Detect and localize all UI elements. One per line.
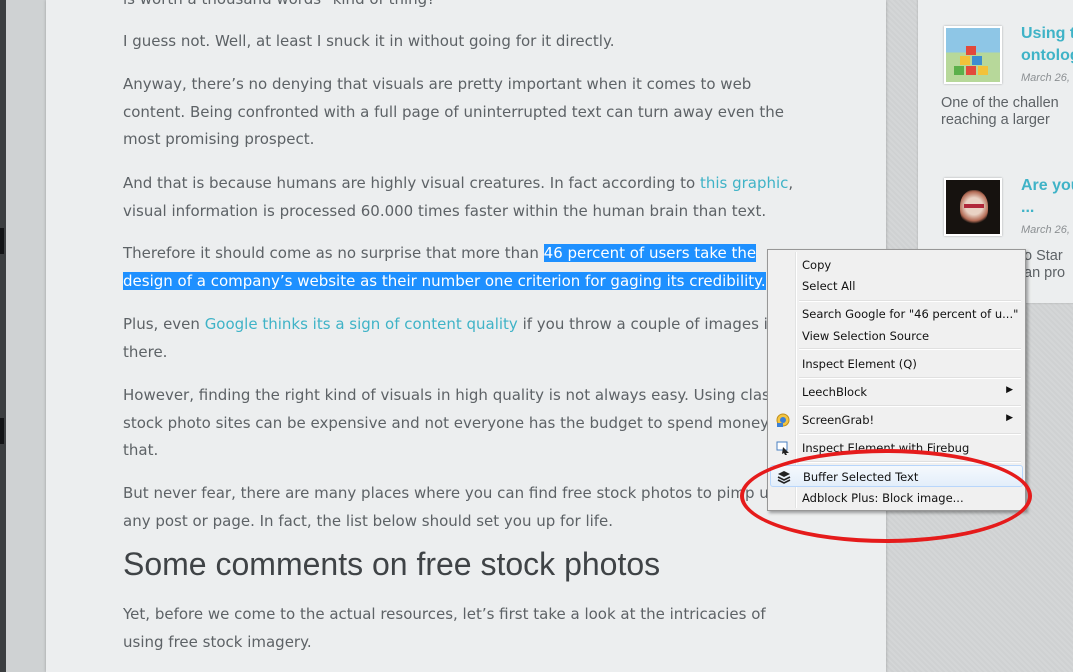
menu-item-label: ScreenGrab! [802,413,875,427]
toy-block [966,66,976,75]
face-stripe [964,204,984,208]
toy-block [960,56,970,65]
paragraph: But never fear, there are many places wh… [123,480,803,535]
post-excerpt: One of the challen reaching a larger [941,95,1059,129]
post-date: March 26, [1021,224,1070,236]
screengrab-icon [775,412,791,428]
text-line: Plus, even Google thinks its a sign of c… [123,311,803,339]
menu-separator [799,461,1021,463]
post-title-line[interactable]: Are you [1021,175,1073,197]
post-date: March 26, [1021,72,1070,84]
toy-block [954,66,964,75]
text-line: using free stock imagery. [123,632,312,651]
google-quality-link[interactable]: Google thinks its a sign of content qual… [205,315,518,333]
menu-item-buffer-selected-text[interactable]: Buffer Selected Text [770,465,1023,487]
text-span: if you throw a couple of images in [517,315,778,333]
paragraph: Plus, even Google thinks its a sign of c… [123,311,803,366]
toy-block [972,56,982,65]
post-title[interactable]: Are you ... [1021,175,1073,219]
selected-text[interactable]: 46 percent of users take the [543,244,757,262]
text-line: Yet, before we come to the actual resour… [123,605,766,623]
post-excerpt: o Star an pro [1024,248,1065,282]
paragraph: However, finding the right kind of visua… [123,382,803,465]
this-graphic-link[interactable]: this graphic [700,174,788,192]
menu-item-label: Adblock Plus: Block image... [802,491,964,505]
menu-item-label: Inspect Element (Q) [802,357,917,371]
post-title[interactable]: Using t ontolog [1021,23,1073,67]
post-title-line[interactable]: ... [1021,197,1073,219]
face-image [960,190,988,226]
paragraph: I guess not. Well, at least I snuck it i… [123,32,615,50]
text-span: , [788,174,794,192]
paragraph: Anyway, there’s no denying that visuals … [123,71,803,154]
menu-separator [799,405,1021,407]
menu-item-adblock-plus[interactable]: Adblock Plus: Block image... [770,487,1023,509]
menu-item-label: LeechBlock [802,385,868,399]
text-line: most promising prospect. [123,130,315,148]
buffer-icon [776,469,792,485]
text-line: However, finding the right kind of visua… [123,386,791,404]
paragraph-fragment: is worth a thousand words" kind of thing… [123,0,803,14]
edge-marker [0,418,4,444]
menu-item-label: Search Google for "46 percent of u..." [802,307,1019,321]
text-span: Therefore it should come as no surprise … [123,244,544,262]
menu-item-screengrab[interactable]: ScreenGrab! ▶ [770,409,1023,431]
edge-marker [0,228,4,254]
paragraph: Therefore it should come as no surprise … [123,240,803,295]
excerpt-line: reaching a larger [941,112,1050,128]
text-line: Therefore it should come as no surprise … [123,240,803,268]
menu-separator [799,433,1021,435]
text-line: And that is because humans are highly vi… [123,170,803,198]
menu-item-search-google[interactable]: Search Google for "46 percent of u..." [770,303,1023,325]
menu-item-inspect-element[interactable]: Inspect Element (Q) [770,353,1023,375]
menu-separator [799,300,1021,302]
excerpt-line: an pro [1024,265,1066,281]
firebug-icon [775,440,791,456]
excerpt-line: One of the challen [941,95,1059,111]
section-heading: Some comments on free stock photos [123,546,661,582]
paragraph: Yet, before we come to the actual resour… [123,601,803,656]
text-line: Anyway, there’s no denying that visuals … [123,75,752,93]
submenu-arrow-icon: ▶ [1006,385,1013,395]
context-menu: Copy Select All Search Google for "46 pe… [767,249,1026,511]
post-title-line[interactable]: ontolog [1021,45,1073,67]
text-line: content. Being confronted with a full pa… [123,102,784,121]
menu-item-label: Inspect Element with Firebug [802,441,970,455]
text-span: Plus, even [123,315,205,333]
toy-block [978,66,988,75]
text-line: any post or page. In fact, the list belo… [123,511,614,530]
window-left-edge [0,0,6,672]
post-thumbnail[interactable] [944,178,1002,236]
menu-separator [799,377,1021,379]
text-span: And that is because humans are highly vi… [123,174,700,192]
post-thumbnail[interactable] [944,26,1002,84]
toy-block [966,46,976,55]
menu-item-copy[interactable]: Copy [770,254,1023,276]
submenu-arrow-icon: ▶ [1006,413,1013,423]
paragraph: And that is because humans are highly vi… [123,170,803,225]
menu-item-inspect-firebug[interactable]: Inspect Element with Firebug [770,437,1023,459]
selected-text[interactable]: design of a company’s website as their n… [123,271,766,290]
post-title-line[interactable]: Using t [1021,23,1073,45]
excerpt-line: o Star [1024,248,1063,264]
menu-item-select-all[interactable]: Select All [770,275,1023,297]
text-line: visual information is processed 60.000 t… [123,201,767,220]
menu-item-label: View Selection Source [802,329,930,343]
menu-item-leechblock[interactable]: LeechBlock ▶ [770,381,1023,403]
text-line: that. [123,441,159,459]
text-line: But never fear, there are many places wh… [123,484,779,502]
menu-item-view-selection-source[interactable]: View Selection Source [770,325,1023,347]
menu-item-label: Buffer Selected Text [803,470,919,484]
menu-separator [799,348,1021,350]
text-line: there. [123,342,168,361]
menu-item-label: Copy [802,258,832,272]
menu-item-label: Select All [802,279,856,293]
text-line: stock photo sites can be expensive and n… [123,413,793,432]
text-line: design of a company’s website as their n… [123,268,803,296]
article-body: is worth a thousand words" kind of thing… [46,0,886,672]
